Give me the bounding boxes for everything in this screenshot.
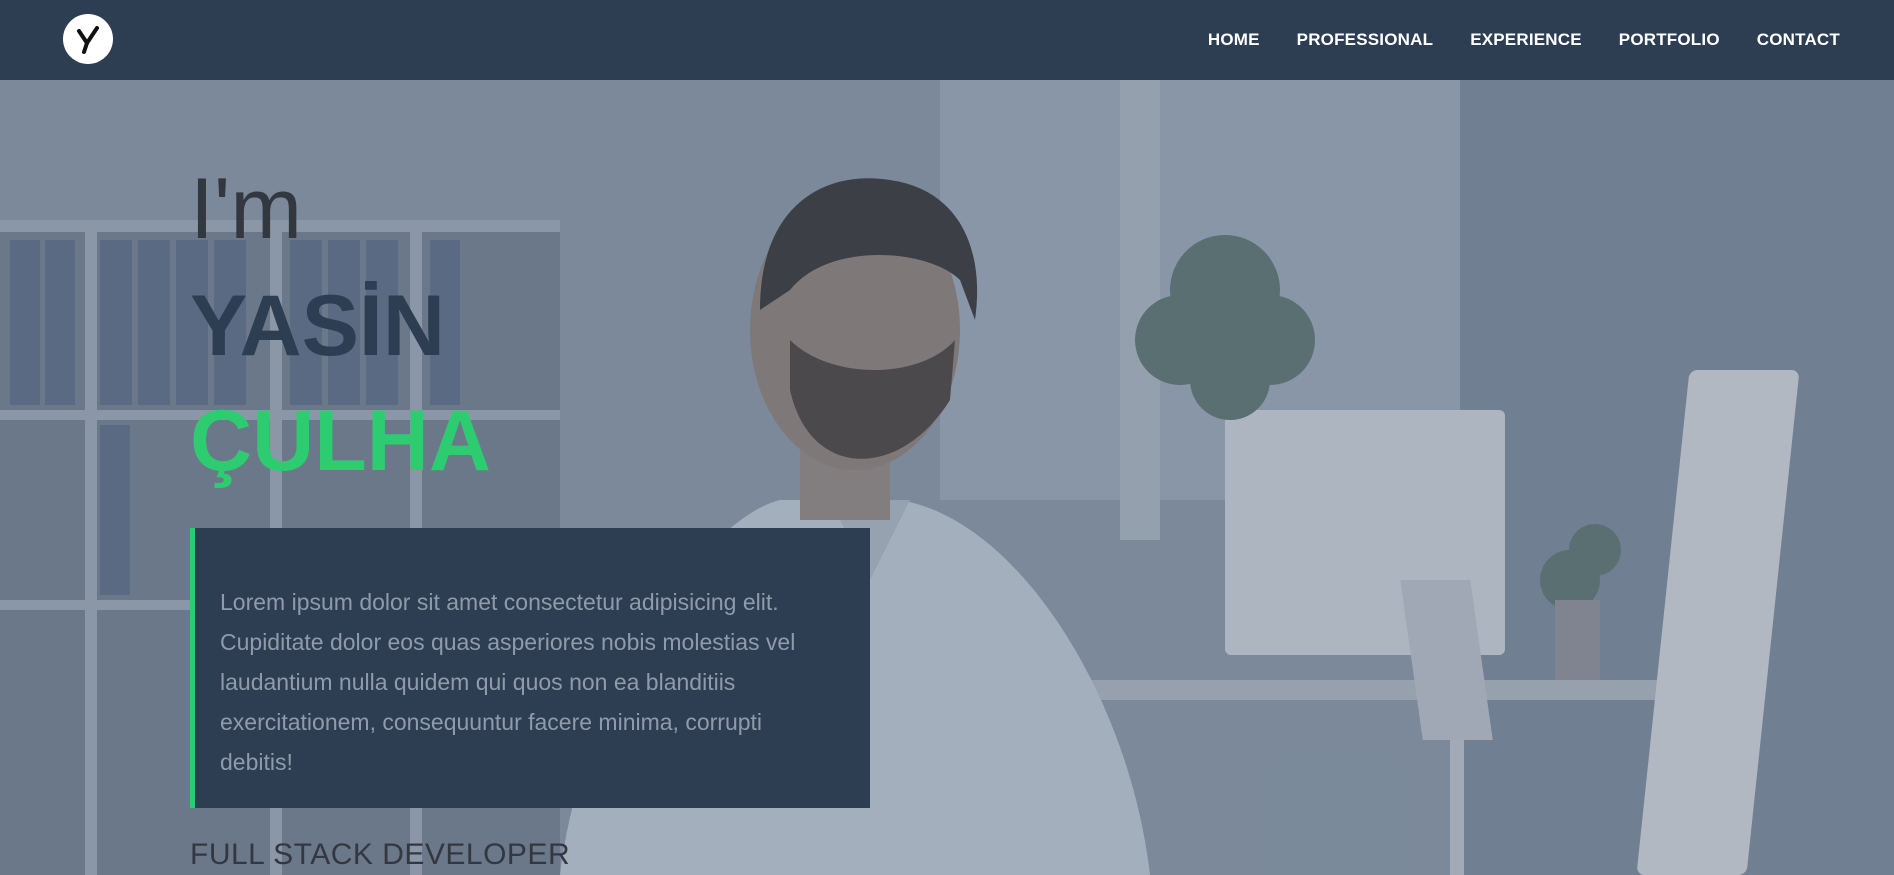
logo[interactable]: [63, 14, 113, 64]
nav-contact-link[interactable]: CONTACT: [1757, 30, 1840, 50]
hero-last-name: ÇULHA: [190, 393, 491, 489]
nav-portfolio-link[interactable]: PORTFOLIO: [1619, 30, 1720, 50]
hero-description: Lorem ipsum dolor sit amet consectetur a…: [220, 589, 796, 775]
nav-home-link[interactable]: HOME: [1208, 30, 1260, 50]
hero-description-box: Lorem ipsum dolor sit amet consectetur a…: [190, 528, 870, 808]
hero-section: I'm YASİN ÇULHA Lorem ipsum dolor sit am…: [0, 80, 1894, 875]
hero-first-name: YASİN: [190, 278, 445, 374]
main-nav: HOME PROFESSIONAL EXPERIENCE PORTFOLIO C…: [1208, 0, 1840, 80]
hero-role: FULL STACK DEVELOPER: [190, 838, 571, 871]
navbar: HOME PROFESSIONAL EXPERIENCE PORTFOLIO C…: [0, 0, 1894, 80]
y-monogram-icon: [77, 26, 99, 54]
nav-professional-link[interactable]: PROFESSIONAL: [1297, 30, 1434, 50]
hero-intro: I'm: [190, 161, 302, 257]
nav-experience-link[interactable]: EXPERIENCE: [1470, 30, 1582, 50]
